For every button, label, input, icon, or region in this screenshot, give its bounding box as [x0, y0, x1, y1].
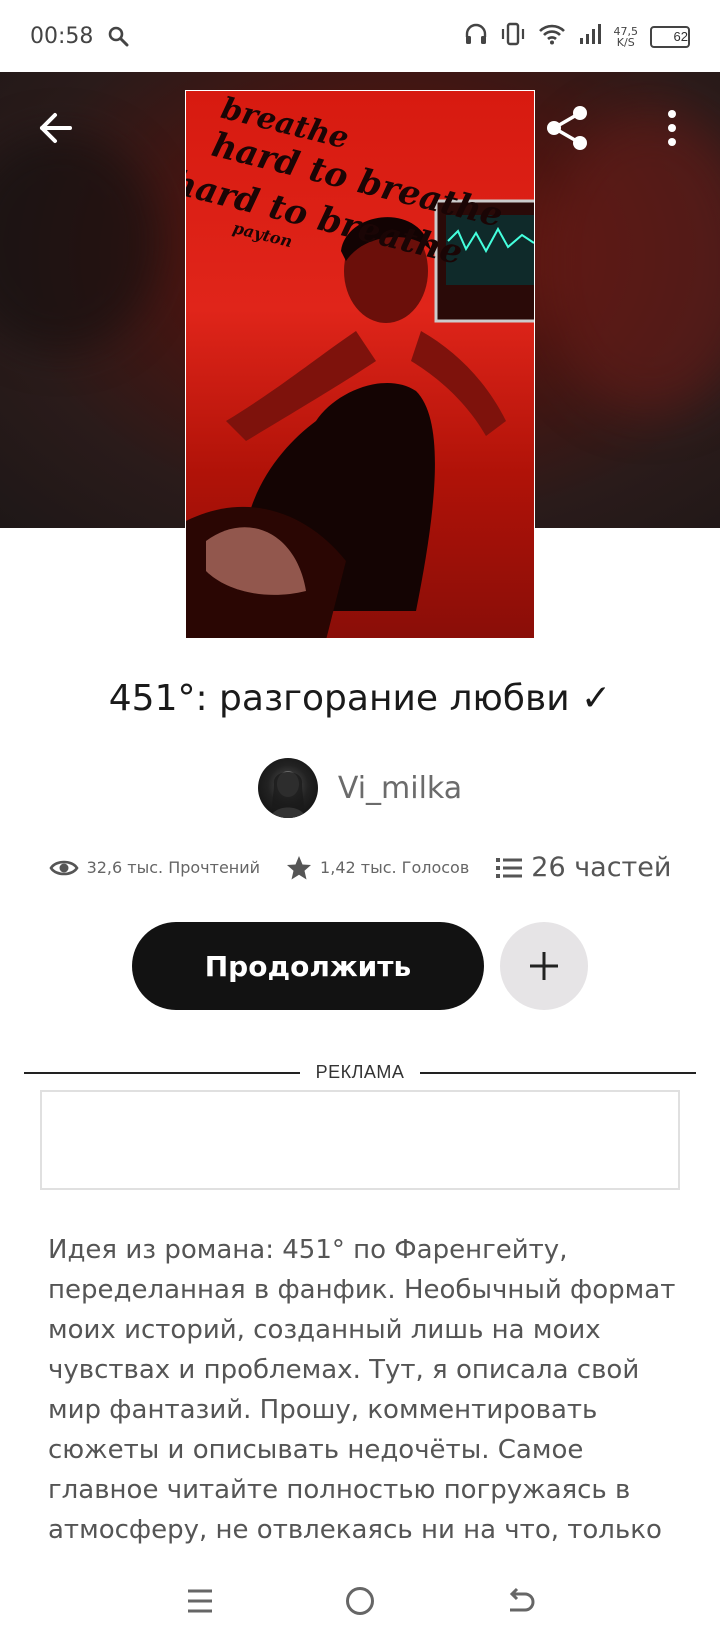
book-title: 451°: разгорание любви ✓: [108, 678, 612, 719]
search-icon: [107, 25, 129, 47]
headphones-icon: [464, 22, 488, 51]
back-button[interactable]: [26, 98, 86, 158]
parts-stat[interactable]: 26 частей: [495, 852, 671, 883]
battery-level: 62: [673, 29, 688, 44]
ad-line-left: [24, 1071, 300, 1074]
ad-line-right: [420, 1071, 697, 1074]
ad-placeholder[interactable]: [40, 1090, 680, 1190]
parts-count[interactable]: 26 частей: [531, 852, 671, 883]
votes-count: 1,42 тыс. Голосов: [320, 858, 470, 877]
battery-icon: 62: [650, 25, 690, 48]
share-icon: [547, 106, 587, 150]
net-speed-value: 47,5: [613, 24, 639, 38]
net-speed-unit: K/S: [616, 35, 635, 49]
action-buttons: Продолжить: [132, 922, 588, 1010]
more-button[interactable]: [642, 98, 702, 158]
eye-icon: [49, 860, 79, 875]
avatar[interactable]: [257, 758, 318, 818]
status-bar: 00:58 47,5 K/S 62: [0, 0, 720, 72]
list-icon: [496, 857, 523, 878]
book-cover[interactable]: breathe hard to breathe hard to breathe …: [185, 90, 535, 639]
menu-icon: [188, 1589, 212, 1613]
add-to-library-button[interactable]: [500, 922, 588, 1010]
status-icons: 47,5 K/S 62: [464, 22, 690, 51]
continue-button[interactable]: Продолжить: [132, 922, 484, 1010]
home-button[interactable]: [335, 1576, 385, 1626]
votes-stat: 1,42 тыс. Голосов: [286, 855, 469, 881]
author-row[interactable]: Vi_milka: [0, 758, 720, 818]
hero-blur-left: [0, 132, 160, 352]
star-icon: [287, 855, 312, 879]
more-vertical-icon: [668, 110, 676, 146]
back-icon: [509, 1587, 535, 1612]
net-speed: 47,5 K/S: [614, 26, 639, 48]
author-name[interactable]: Vi_milka: [338, 771, 462, 806]
avatar-image: [269, 771, 306, 818]
back-arrow-icon: [40, 113, 72, 143]
recent-apps-button[interactable]: [175, 1576, 225, 1626]
book-description: Идея из романа: 451° по Фаренгейту, пере…: [48, 1235, 676, 1565]
ad-divider: РЕКЛАМА: [24, 1062, 697, 1083]
home-circle-icon: [346, 1587, 374, 1615]
stats-row: 32,6 тыс. Прочтений 1,42 тыс. Голосов 26…: [0, 852, 720, 883]
share-button[interactable]: [537, 98, 597, 158]
system-back-button[interactable]: [495, 1576, 545, 1626]
vibrate-icon: [500, 22, 526, 51]
ad-label: РЕКЛАМА: [315, 1062, 405, 1082]
reads-count: 32,6 тыс. Прочтений: [86, 858, 261, 877]
wifi-icon: [538, 23, 566, 50]
system-nav-bar: [0, 1562, 720, 1640]
signal-icon: [578, 23, 602, 50]
status-time: 00:58: [30, 23, 94, 49]
plus-icon: [530, 952, 558, 980]
reads-stat: 32,6 тыс. Прочтений: [49, 857, 260, 879]
